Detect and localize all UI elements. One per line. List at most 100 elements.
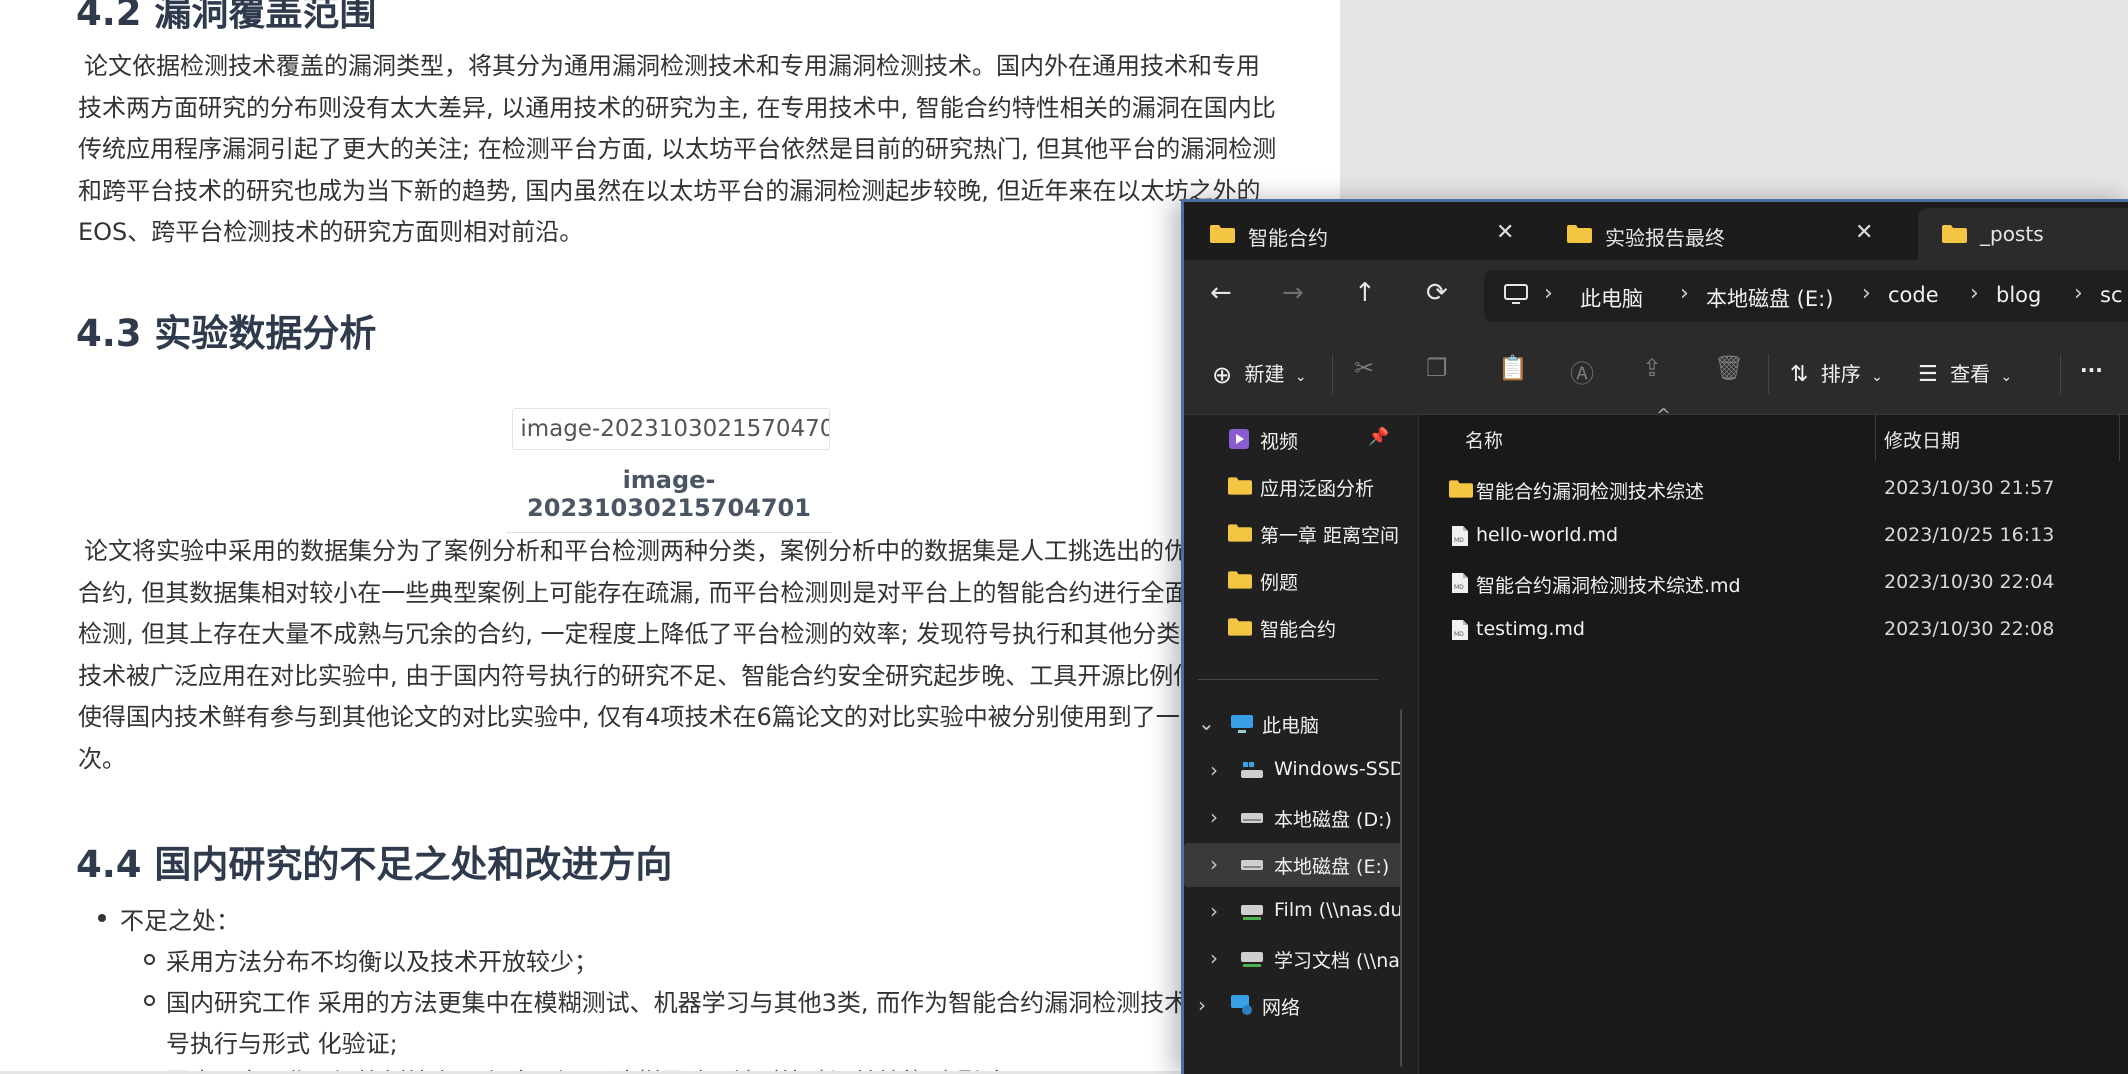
tab-label: _posts [1980, 222, 2044, 246]
breadcrumb-item[interactable]: 此电脑 [1580, 283, 1643, 313]
tab-report-final[interactable]: 实验报告最终 ✕ [1543, 208, 1883, 260]
paragraph-coverage: 论文依据检测技术覆盖的漏洞类型，将其分为通用漏洞检测技术和专用漏洞检测技术。国内… [78, 46, 1277, 254]
sort-button[interactable]: ⇅ 排序 ⌄ [1790, 358, 1883, 387]
paragraph-line: 技术被广泛应用在对比实验中, 由于国内符号执行的研究不足、智能合约安全研究起步晚… [78, 661, 1222, 690]
broken-image[interactable]: image-20231030215704701 [512, 408, 830, 450]
nav-item-folder[interactable]: 智能合约 [1224, 606, 1402, 650]
back-arrow-icon[interactable]: ← [1210, 278, 1232, 308]
file-row[interactable]: MD 智能合约漏洞检测技术综述.md 2023/10/30 22:04 [1419, 560, 2128, 606]
divider [1768, 354, 1769, 394]
nav-item-video[interactable]: 视频 📌 [1224, 418, 1402, 462]
view-button[interactable]: ☰ 查看 ⌄ [1918, 358, 2012, 387]
chevron-down-icon: ⌄ [1198, 711, 1215, 735]
list-item-text: 采用方法分布不均衡以及技术开放较少； [166, 948, 598, 976]
paragraph-line: 技术两方面研究的分布则没有太大差异, 以通用技术的研究为主, 在专用技术中, 智… [78, 93, 1276, 122]
nav-scrollbar[interactable] [1400, 708, 1402, 1068]
breadcrumb-item[interactable]: 本地磁盘 (E:) [1706, 283, 1833, 313]
forward-arrow-icon[interactable]: → [1282, 278, 1304, 308]
breadcrumb-item[interactable]: sc [2100, 283, 2123, 307]
file-row[interactable]: MD hello-world.md 2023/10/25 16:13 [1419, 513, 2128, 559]
svg-text:MD: MD [1454, 537, 1464, 544]
paragraph-experiment: 论文将实验中采用的数据集分为了案例分析和平台检测两种分类，案例分析中的数据集是人… [78, 531, 1258, 780]
close-tab-icon[interactable]: ✕ [1855, 220, 1873, 245]
file-row[interactable]: MD testimg.md 2023/10/30 22:08 [1419, 607, 2128, 653]
paragraph-line: 传统应用程序漏洞引起了更大的关注; 在检测平台方面, 以太坊平台依然是目前的研究… [78, 135, 1277, 163]
sub-list-item: 国内研究工作 采用的方法更集中在模糊测试、机器学习与其他3类, 而作为智能合约漏… [144, 983, 1260, 1018]
file-row[interactable]: 智能合约漏洞检测技术综述 2023/10/30 21:57 [1419, 466, 2128, 512]
drive-icon [1241, 813, 1263, 823]
nav-item-folder[interactable]: 例题 [1224, 559, 1402, 603]
column-header: ^ 名称 修改日期 [1419, 405, 2128, 461]
refresh-icon[interactable]: ⟳ [1426, 278, 1448, 308]
file-date: 2023/10/30 21:57 [1884, 477, 2055, 499]
nav-label: 学习文档 (\\na [1274, 950, 1400, 972]
markdown-file-icon: MD [1452, 573, 1468, 593]
drive-icon [1241, 860, 1263, 870]
paragraph-line: 和跨平台技术的研究也成为当下新的趋势, 国内虽然在以太坊平台的漏洞检测起步较晚,… [78, 176, 1261, 205]
navigation-pane: 视频 📌 应用泛函分析 第一章 距离空间 例题 智能合约 ⌄ 此电脑 › Win… [1184, 415, 1402, 1074]
tab-label: 实验报告最终 [1605, 226, 1725, 250]
tab-label: 智能合约 [1248, 226, 1328, 250]
nav-item-drive-selected[interactable]: › 本地磁盘 (E:) [1184, 843, 1402, 887]
list-item: 不足之处： [98, 901, 240, 936]
column-name[interactable]: 名称 [1465, 426, 1503, 453]
nav-item-network-drive[interactable]: › 学习文档 (\\na [1184, 937, 1402, 981]
nav-item-network[interactable]: › 网络 [1184, 984, 1402, 1028]
file-date: 2023/10/30 22:04 [1884, 571, 2055, 593]
bullet-dot [98, 914, 106, 922]
breadcrumb-item[interactable]: code [1888, 283, 1939, 307]
paragraph-line: EOS、跨平台检测技术的研究方面则相对前沿。 [78, 218, 584, 246]
nav-item-drive[interactable]: › Windows-SSD [1184, 749, 1402, 793]
bullet-ring [144, 954, 155, 965]
nav-item-drive[interactable]: › 本地磁盘 (D:) [1184, 796, 1402, 840]
rename-icon[interactable]: Ⓐ [1570, 354, 1594, 389]
cut-icon[interactable]: ✂ [1354, 354, 1374, 382]
heading-4-2: 4.2 漏洞覆盖范围 [76, 0, 377, 34]
folder-icon [1228, 618, 1252, 636]
tab-posts[interactable]: _posts [1918, 208, 2128, 260]
chevron-right-icon: › [2074, 281, 2083, 306]
column-divider[interactable] [1875, 415, 1876, 461]
chevron-down-icon: ⌄ [1294, 369, 1307, 385]
chevron-right-icon: › [1210, 852, 1218, 876]
nav-item-folder[interactable]: 第一章 距离空间 [1224, 512, 1402, 556]
more-options-button[interactable]: ··· [2080, 358, 2103, 382]
folder-icon [1942, 225, 1967, 243]
view-lines-icon: ☰ [1918, 362, 1938, 387]
view-label: 查看 [1950, 362, 1991, 386]
breadcrumb-item[interactable]: blog [1996, 283, 2041, 307]
paste-icon[interactable]: 📋 [1498, 354, 1528, 382]
nav-item-this-pc[interactable]: ⌄ 此电脑 [1184, 702, 1402, 746]
delete-icon[interactable]: 🗑 [1714, 354, 1744, 382]
up-arrow-icon[interactable]: ↑ [1354, 278, 1376, 308]
folder-icon [1449, 480, 1473, 498]
column-divider[interactable] [2119, 415, 2120, 461]
network-drive-icon [1241, 905, 1263, 920]
heading-4-4: 4.4 国内研究的不足之处和改进方向 [76, 843, 673, 886]
file-name: 智能合约漏洞检测技术综述.md [1476, 575, 1741, 597]
close-tab-icon[interactable]: ✕ [1496, 220, 1514, 245]
divider [2060, 354, 2061, 394]
copy-icon[interactable]: ❐ [1426, 354, 1448, 382]
paragraph-line: 次。 [78, 744, 126, 773]
this-pc-icon [1231, 715, 1253, 733]
chevron-down-icon: ⌄ [1871, 369, 1883, 385]
breadcrumb[interactable]: › 此电脑 › 本地磁盘 (E:) › code › blog › sc [1484, 270, 2128, 322]
tab-smart-contract[interactable]: 智能合约 ✕ [1186, 208, 1526, 260]
list-item-text: 不足之处： [120, 907, 240, 935]
nav-item-folder[interactable]: 应用泛函分析 [1224, 465, 1402, 509]
nav-label: 第一章 距离空间 [1260, 525, 1400, 547]
share-icon[interactable]: ⇪ [1642, 354, 1662, 382]
monitor-icon [1504, 284, 1528, 304]
column-date[interactable]: 修改日期 [1884, 426, 1960, 453]
nav-item-network-drive[interactable]: › Film (\\nas.du [1184, 890, 1402, 934]
paragraph-line: 使得国内技术鲜有参与到其他论文的对比实验中, 仅有4项技术在6篇论文的对比实验中… [78, 703, 1204, 731]
paragraph-line: 论文将实验中采用的数据集分为了案例分析和平台检测两种分类，案例分析中的数据集是人… [84, 537, 1212, 565]
file-date: 2023/10/25 16:13 [1884, 524, 2055, 546]
nav-label: 应用泛函分析 [1260, 478, 1375, 500]
sort-caret-icon: ^ [1656, 405, 1672, 426]
new-button[interactable]: ⊕ 新建 ⌄ [1212, 358, 1307, 389]
nav-label: 本地磁盘 (D:) [1274, 809, 1392, 831]
nav-label: Film (\\nas.du [1274, 899, 1402, 921]
pin-icon[interactable]: 📌 [1368, 427, 1389, 447]
